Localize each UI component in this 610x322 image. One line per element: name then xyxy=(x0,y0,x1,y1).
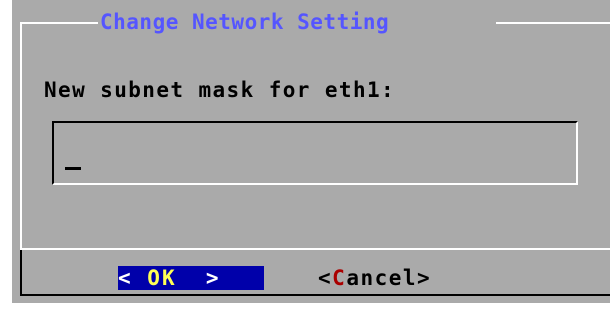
dialog-frame-top-right xyxy=(496,22,610,24)
ok-button-left: < xyxy=(118,266,148,290)
cancel-button-hotkey: C xyxy=(332,266,347,290)
cancel-button-left: < xyxy=(318,266,333,290)
ok-button-hotkey: OK xyxy=(147,266,177,290)
cancel-button-right: ancel> xyxy=(346,266,432,290)
terminal-screen: Change Network Setting New subnet mask f… xyxy=(0,0,610,322)
dialog-frame-left xyxy=(20,22,22,250)
cancel-button[interactable]: <Cancel> xyxy=(318,266,431,290)
dialog-title: Change Network Setting xyxy=(100,10,390,34)
subnet-mask-prompt: New subnet mask for eth1: xyxy=(44,78,396,102)
text-cursor xyxy=(65,167,81,170)
ok-button-right: > xyxy=(176,266,221,290)
dialog-frame-bottom xyxy=(20,294,610,296)
dialog-separator xyxy=(20,248,610,250)
ok-button[interactable]: < OK > xyxy=(118,266,264,290)
dialog-frame-left-bottom xyxy=(20,250,22,295)
dialog-frame-top-left xyxy=(20,22,98,24)
subnet-mask-input[interactable] xyxy=(52,121,578,185)
